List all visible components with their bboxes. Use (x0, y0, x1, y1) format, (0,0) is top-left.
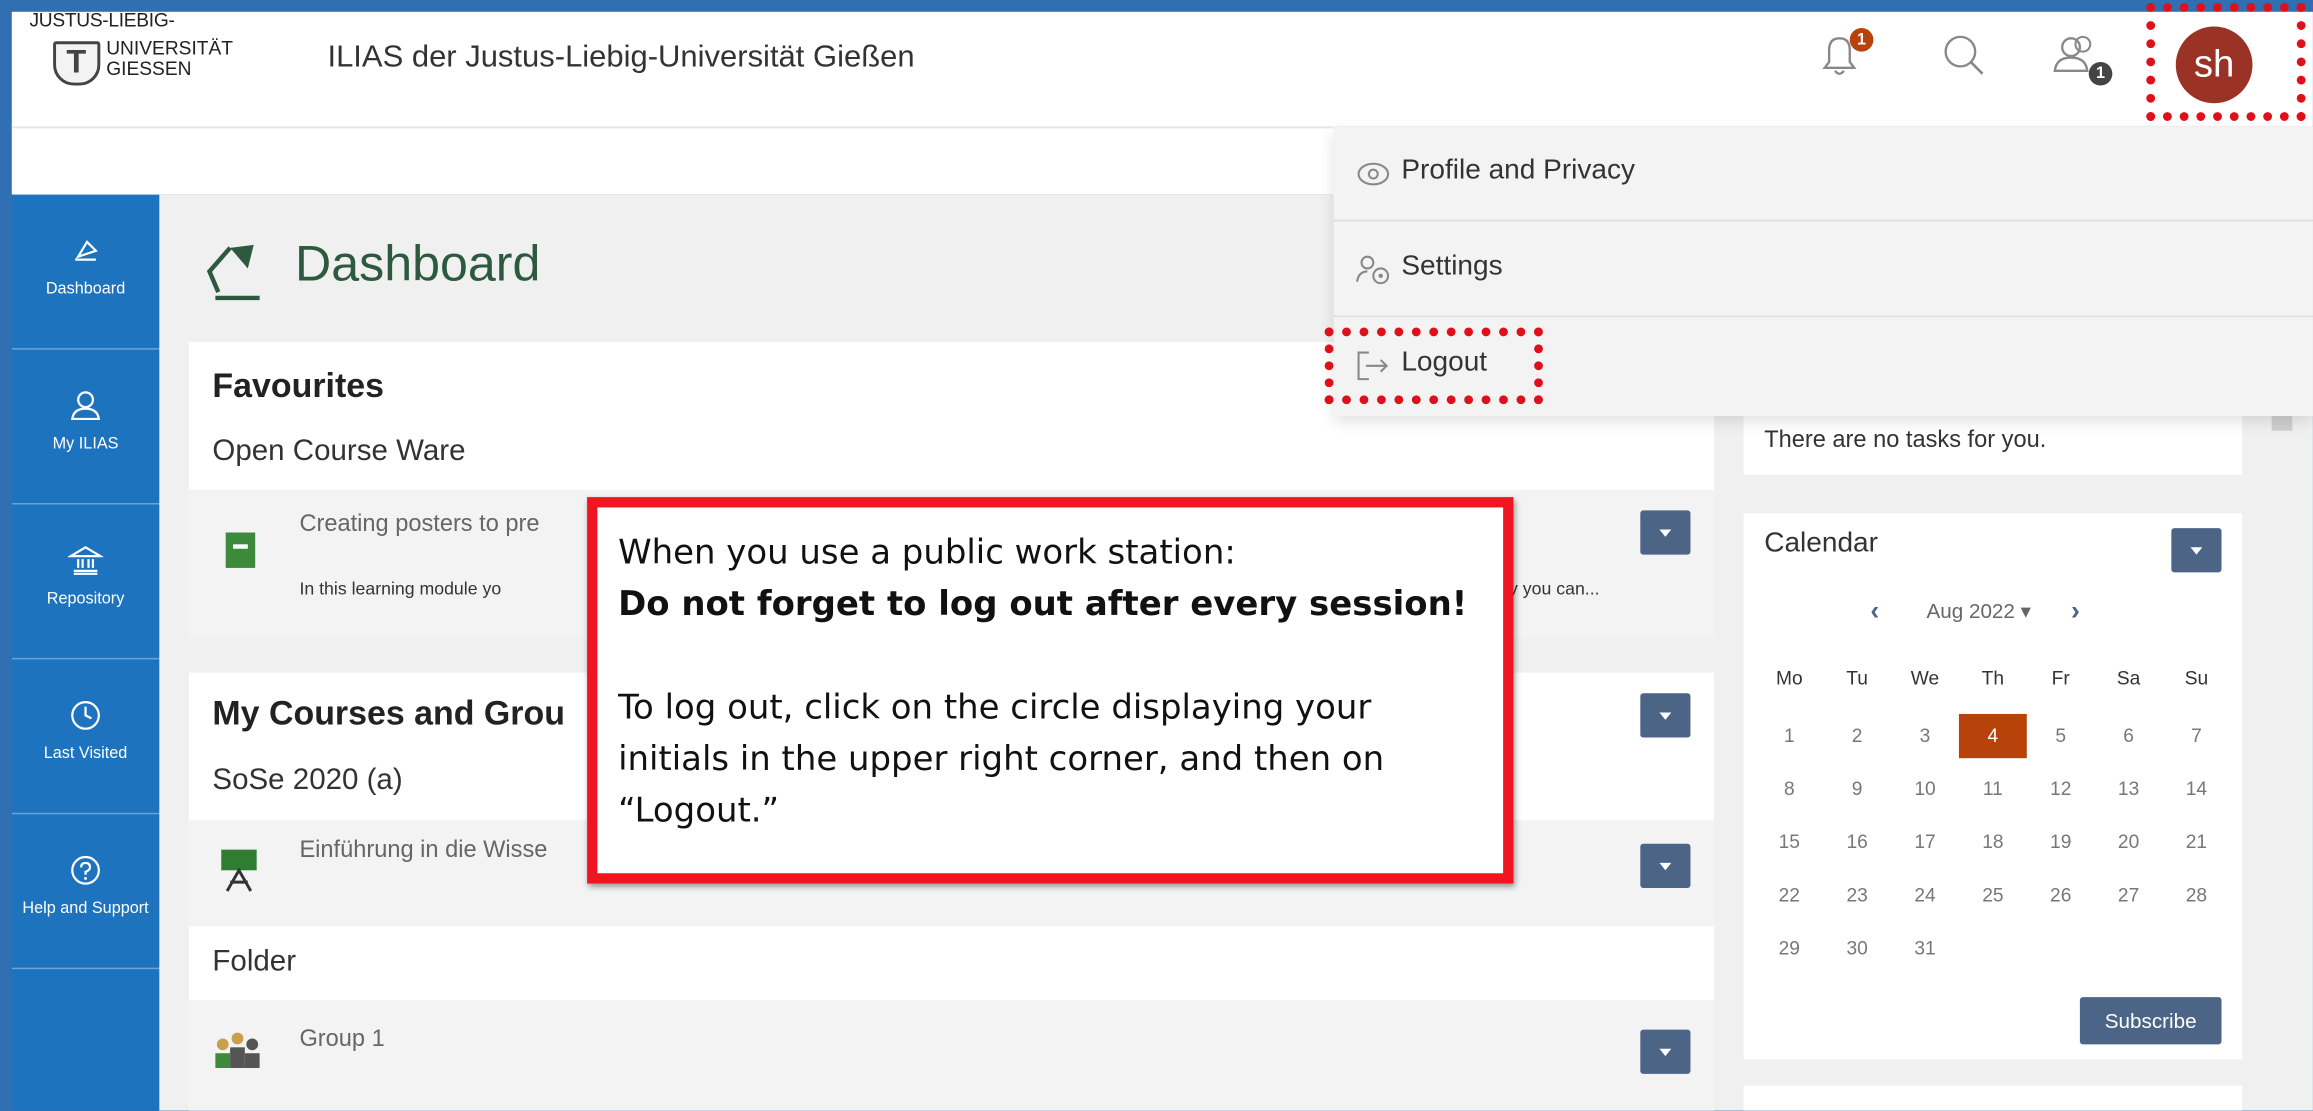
dashboard-title-icon (206, 244, 260, 301)
online-users-badge: 1 (2088, 61, 2113, 86)
calendar-weekday: Su (2184, 666, 2209, 689)
course-icon (221, 849, 257, 892)
avatar-highlight-frame (2146, 2, 2306, 121)
help-icon (71, 855, 100, 885)
notifications-button[interactable]: 1 (1807, 24, 1874, 89)
calendar-day[interactable]: 19 (2027, 820, 2095, 864)
sidebar-item-my-ilias[interactable]: My ILIAS (11, 350, 160, 505)
calendar-weekday: Sa (2116, 666, 2141, 689)
subscribe-button[interactable]: Subscribe (2079, 997, 2222, 1045)
menu-item-settings[interactable]: Settings (1333, 223, 2313, 318)
calendar-day[interactable]: 30 (1823, 926, 1891, 970)
calendar-day[interactable]: 7 (2162, 714, 2230, 758)
calendar-day[interactable]: 24 (1891, 873, 1959, 917)
calendar-day[interactable]: 11 (1959, 767, 2027, 811)
calendar-day[interactable]: 27 (2095, 873, 2163, 917)
calendar-month-select[interactable]: Aug 2022 ▾ (1926, 599, 2031, 624)
calendar-day[interactable]: 3 (1891, 714, 1959, 758)
calendar-actions-button[interactable] (2171, 528, 2222, 573)
online-users-button[interactable]: 1 (2044, 24, 2113, 89)
calendar-weekday: Tu (1846, 666, 1868, 689)
dashboard-icon (75, 240, 98, 261)
notification-badge: 1 (1849, 28, 1874, 52)
eye-icon (1357, 162, 1390, 186)
courses-actions-button[interactable] (1640, 693, 1691, 738)
calendar-day[interactable]: 16 (1823, 820, 1891, 864)
menu-item-profile[interactable]: Profile and Privacy (1333, 127, 2313, 222)
favourite-item-description-end: y you can... (1509, 578, 1600, 599)
favourite-item-title[interactable]: Creating posters to pre (299, 512, 539, 539)
repository-icon (67, 545, 104, 575)
calendar-day[interactable]: 6 (2095, 714, 2163, 758)
favourite-item-actions-button[interactable] (1640, 510, 1691, 555)
group-item-actions-button[interactable] (1640, 1029, 1691, 1074)
main-bar: Dashboard My ILIAS Repository Last Visit… (11, 194, 160, 1111)
sidebar-item-dashboard[interactable]: Dashboard (11, 195, 160, 350)
calendar-day[interactable]: 28 (2162, 873, 2230, 917)
folder-heading: Folder (212, 945, 297, 978)
calendar-day[interactable]: 10 (1891, 767, 1959, 811)
calendar-day[interactable]: 26 (2027, 873, 2095, 917)
favourites-group-title: Open Course Ware (212, 435, 466, 468)
logout-instruction-callout: When you use a public work station: Do n… (587, 497, 1514, 884)
sidebar-item-help[interactable]: Help and Support (11, 814, 160, 970)
calendar-day[interactable]: 2 (1823, 714, 1891, 758)
course-item-title[interactable]: Einführung in die Wisse (299, 838, 547, 865)
calendar-day[interactable]: 29 (1755, 926, 1823, 970)
calendar-day[interactable]: 9 (1823, 767, 1891, 811)
next-panel-card (1743, 1085, 2243, 1111)
calendar-day[interactable]: 17 (1891, 820, 1959, 864)
calendar-day[interactable]: 22 (1755, 873, 1823, 917)
logout-highlight-frame (1324, 327, 1543, 405)
calendar-weekday: We (1910, 666, 1940, 689)
calendar-day[interactable]: 15 (1755, 820, 1823, 864)
course-item-actions-button[interactable] (1640, 843, 1691, 889)
calendar-day[interactable]: 31 (1891, 926, 1959, 970)
tasks-empty-text: There are no tasks for you. (1764, 427, 2047, 453)
calendar-grid: Mo Tu We Th Fr Sa Su 1 2 3 4 5 6 7 8 9 10 11 12 13 14 15 16 17 1… (1755, 661, 2230, 980)
term-title: SoSe 2020 (a) (212, 764, 403, 797)
calendar-day[interactable]: 23 (1823, 873, 1891, 917)
calendar-weekday: Mo (1775, 666, 1803, 689)
sidebar-item-last-visited[interactable]: Last Visited (11, 659, 160, 815)
favourites-heading: Favourites (212, 365, 385, 405)
favourite-item-description: In this learning module yo (299, 578, 502, 599)
search-icon (1944, 35, 1984, 75)
calendar-day[interactable]: 12 (2027, 767, 2095, 811)
calendar-day[interactable]: 1 (1755, 714, 1823, 758)
courses-heading: My Courses and Grou (212, 693, 565, 732)
person-icon (71, 391, 101, 421)
calendar-title: Calendar (1764, 528, 1878, 560)
page-title: Dashboard (295, 236, 541, 293)
shield-icon (53, 41, 101, 86)
calendar-day-today[interactable]: 4 (1958, 713, 2027, 759)
calendar-day[interactable]: 21 (2162, 820, 2230, 864)
calendar-weekday: Th (1981, 666, 2005, 689)
calendar-prev-button[interactable]: ‹ (1870, 596, 1879, 627)
calendar-card: Calendar ‹ Aug 2022 ▾ › Mo Tu We Th Fr Sa Su 1 2… (1743, 513, 2243, 1060)
calendar-day[interactable]: 25 (1959, 873, 2027, 917)
calendar-weekday: Fr (2051, 666, 2070, 689)
sidebar-item-repository[interactable]: Repository (11, 504, 160, 660)
calendar-next-button[interactable]: › (2071, 596, 2080, 627)
user-settings-icon (1356, 255, 1390, 285)
calendar-day[interactable]: 13 (2095, 767, 2163, 811)
calendar-day[interactable]: 18 (1959, 820, 2027, 864)
calendar-day[interactable]: 8 (1755, 767, 1823, 811)
search-button[interactable] (1932, 24, 1997, 89)
calendar-day[interactable]: 5 (2027, 714, 2095, 758)
app-title[interactable]: ILIAS der Justus-Liebig-Universität Gieß… (327, 40, 914, 75)
group-item-title[interactable]: Group 1 (299, 1027, 384, 1054)
learning-module-icon (225, 532, 256, 568)
clock-icon (71, 701, 100, 730)
group-icon (215, 1032, 260, 1068)
calendar-day[interactable]: 14 (2162, 767, 2230, 811)
university-logo[interactable]: JUSTUS-LIEBIG- UNIVERSITÄTGIESSEN (21, 9, 272, 98)
calendar-day[interactable]: 20 (2095, 820, 2163, 864)
